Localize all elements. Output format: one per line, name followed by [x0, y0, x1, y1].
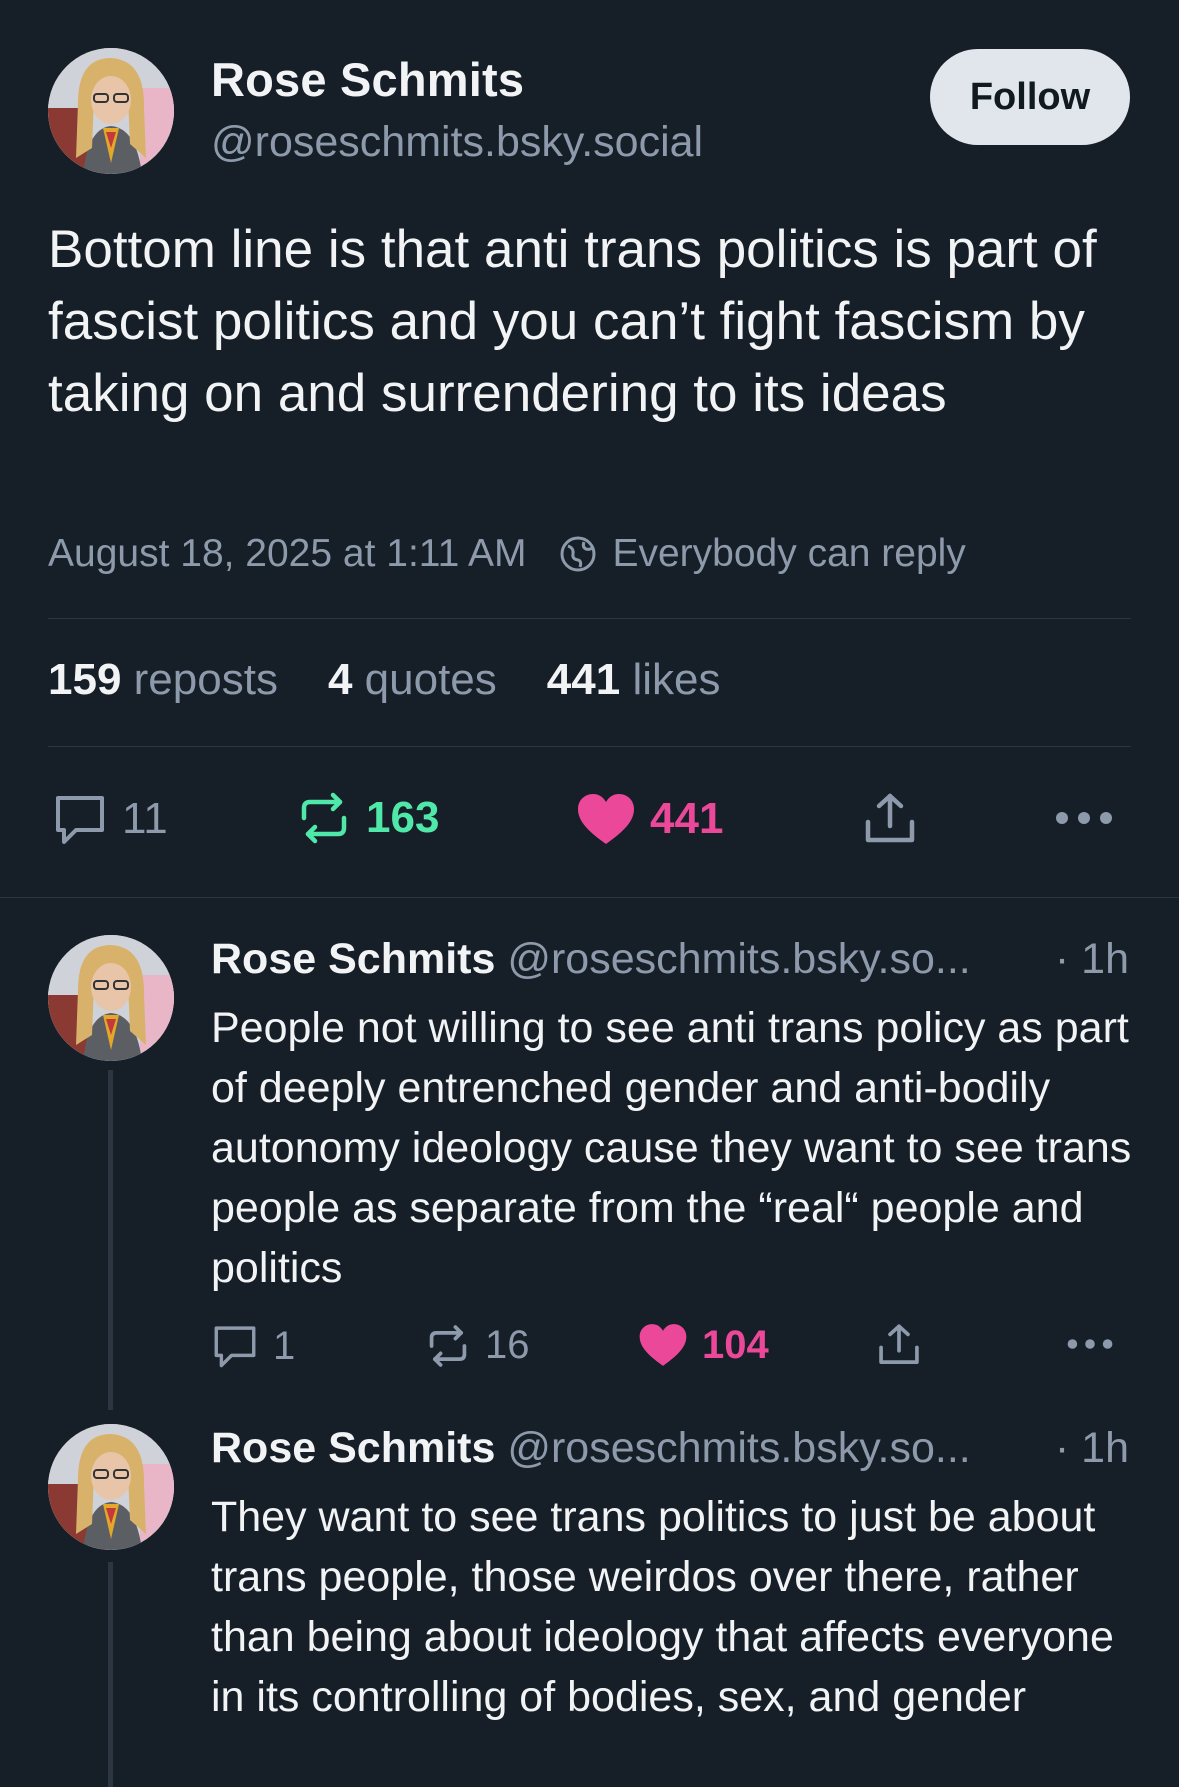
reply-icon [214, 1326, 256, 1368]
follow-button[interactable]: Follow [930, 49, 1130, 145]
post-meta: August 18, 2025 at 1:11 AM Everybody can… [48, 532, 966, 576]
like-button[interactable]: 441 [576, 792, 723, 846]
more-button[interactable] [1055, 808, 1113, 828]
post-text: Bottom line is that anti trans politics … [48, 220, 1097, 423]
reply-time: · 1h [1054, 1424, 1129, 1472]
share-icon [879, 1324, 919, 1364]
reply-author-handle[interactable]: @roseschmits.bsky.so... [507, 1424, 970, 1472]
more-button[interactable] [1066, 1336, 1114, 1352]
reply-button[interactable]: 1 [211, 1323, 295, 1369]
post-timestamp: August 18, 2025 at 1:11 AM [48, 532, 527, 575]
reply-text: People not willing to see anti trans pol… [211, 1004, 1132, 1292]
quotes-stat[interactable]: 4 quotes [328, 655, 497, 705]
reply-time: · 1h [1054, 935, 1129, 983]
post-stats: 159 reposts 4 quotes 441 likes [48, 655, 770, 705]
reply-text: They want to see trans politics to just … [211, 1493, 1114, 1721]
avatar[interactable] [48, 935, 174, 1061]
reply-header[interactable]: Rose Schmits @roseschmits.bsky.so... [211, 935, 971, 984]
heart-icon [639, 1324, 687, 1366]
more-icon [1067, 1339, 1113, 1349]
more-icon [1056, 812, 1112, 824]
reply-icon [56, 796, 104, 844]
reply-author-handle[interactable]: @roseschmits.bsky.so... [507, 935, 970, 983]
avatar[interactable] [48, 1424, 174, 1550]
like-count: 441 [650, 794, 724, 843]
share-icon [865, 793, 915, 843]
reply-header[interactable]: Rose Schmits @roseschmits.bsky.so... [211, 1424, 971, 1473]
repost-button[interactable]: 16 [425, 1323, 530, 1368]
divider [0, 897, 1179, 898]
share-button[interactable] [876, 1323, 922, 1367]
divider [48, 618, 1131, 619]
like-button[interactable]: 104 [638, 1322, 769, 1368]
reposts-stat[interactable]: 159 reposts [48, 655, 278, 705]
author-name[interactable]: Rose Schmits [211, 52, 524, 107]
avatar[interactable] [48, 48, 174, 174]
share-button[interactable] [862, 792, 918, 846]
thread-line [108, 1070, 113, 1410]
heart-icon [578, 794, 634, 844]
reply-count: 1 [273, 1323, 296, 1368]
repost-count: 163 [366, 793, 440, 842]
reply-count: 11 [122, 794, 168, 843]
repost-icon [429, 1324, 467, 1367]
repost-icon [301, 792, 347, 844]
like-count: 104 [702, 1322, 769, 1367]
reply-author-name[interactable]: Rose Schmits [211, 1424, 495, 1472]
likes-stat[interactable]: 441 likes [547, 655, 721, 705]
repost-button[interactable]: 163 [296, 792, 439, 844]
reply-author-name[interactable]: Rose Schmits [211, 935, 495, 983]
reply-button[interactable]: 11 [52, 792, 168, 846]
reply-setting[interactable]: Everybody can reply [612, 532, 965, 576]
globe-icon [558, 534, 598, 574]
repost-count: 16 [485, 1323, 530, 1367]
divider [48, 746, 1131, 747]
author-handle[interactable]: @roseschmits.bsky.social [211, 118, 703, 167]
thread-line [108, 1562, 113, 1787]
